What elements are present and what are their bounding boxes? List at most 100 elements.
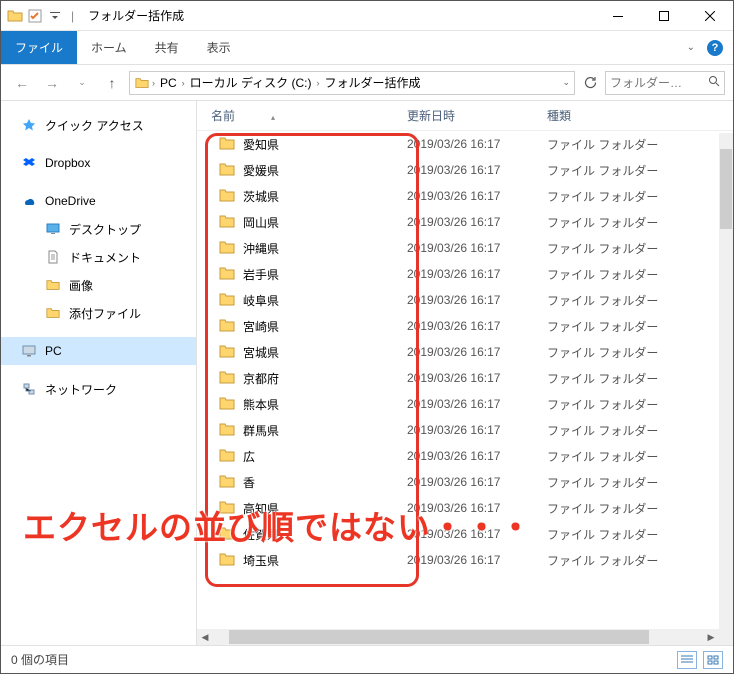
nav-pc[interactable]: PC [1, 337, 196, 365]
table-row[interactable]: 愛知県2019/03/26 16:17ファイル フォルダー [197, 131, 733, 157]
tab-file[interactable]: ファイル [1, 31, 77, 64]
sort-indicator-icon: ▴ [271, 113, 275, 122]
properties-icon[interactable] [27, 8, 43, 24]
folder-icon [219, 448, 235, 465]
table-row[interactable]: 茨城県2019/03/26 16:17ファイル フォルダー [197, 183, 733, 209]
recent-dropdown-icon[interactable]: ⌄ [69, 70, 95, 96]
network-icon [21, 381, 37, 397]
nav-desktop[interactable]: デスクトップ [1, 215, 196, 243]
file-name: 愛媛県 [243, 162, 279, 179]
window-title: フォルダー括作成 [88, 7, 184, 24]
nav-label: ネットワーク [45, 381, 117, 398]
file-type: ファイル フォルダー [547, 214, 733, 231]
chevron-right-icon[interactable]: › [152, 78, 155, 88]
table-row[interactable]: 群馬県2019/03/26 16:17ファイル フォルダー [197, 417, 733, 443]
nav-attachments[interactable]: 添付ファイル [1, 299, 196, 327]
file-date: 2019/03/26 16:17 [407, 241, 547, 255]
chevron-down-icon[interactable]: ⌄ [562, 77, 570, 88]
refresh-button[interactable] [579, 76, 601, 90]
nav-label: デスクトップ [69, 221, 141, 238]
folder-icon [219, 266, 235, 283]
file-date: 2019/03/26 16:17 [407, 267, 547, 281]
file-type: ファイル フォルダー [547, 266, 733, 283]
nav-documents[interactable]: ドキュメント [1, 243, 196, 271]
forward-button[interactable]: → [39, 70, 65, 96]
nav-network[interactable]: ネットワーク [1, 375, 196, 403]
chevron-right-icon[interactable]: › [317, 78, 320, 88]
folder-icon [219, 240, 235, 257]
main-area: クイック アクセス Dropbox OneDrive デスクトップ ドキュメント… [1, 101, 733, 645]
back-button[interactable]: ← [9, 70, 35, 96]
vertical-scrollbar[interactable] [719, 133, 733, 645]
file-type: ファイル フォルダー [547, 500, 733, 517]
close-button[interactable] [687, 1, 733, 31]
up-button[interactable]: ↑ [99, 70, 125, 96]
table-row[interactable]: 広2019/03/26 16:17ファイル フォルダー [197, 443, 733, 469]
scroll-left-icon[interactable]: ◀ [197, 629, 213, 645]
folder-icon [219, 526, 235, 543]
file-date: 2019/03/26 16:17 [407, 397, 547, 411]
table-row[interactable]: 香2019/03/26 16:17ファイル フォルダー [197, 469, 733, 495]
nav-label: PC [45, 344, 62, 358]
maximize-button[interactable] [641, 1, 687, 31]
table-row[interactable]: 岡山県2019/03/26 16:17ファイル フォルダー [197, 209, 733, 235]
breadcrumb[interactable]: › PC › ローカル ディスク (C:) › フォルダー括作成 ⌄ [129, 71, 575, 95]
col-name[interactable]: 名前▴ [197, 107, 407, 124]
help-icon[interactable]: ? [707, 40, 723, 56]
file-name: 沖縄県 [243, 240, 279, 257]
view-details-button[interactable] [677, 651, 697, 669]
chevron-right-icon[interactable]: › [182, 78, 185, 88]
table-row[interactable]: 岩手県2019/03/26 16:17ファイル フォルダー [197, 261, 733, 287]
qat-dropdown-icon[interactable] [47, 8, 63, 24]
nav-label: OneDrive [45, 194, 96, 208]
table-row[interactable]: 宮城県2019/03/26 16:17ファイル フォルダー [197, 339, 733, 365]
file-type: ファイル フォルダー [547, 552, 733, 569]
file-date: 2019/03/26 16:17 [407, 215, 547, 229]
breadcrumb-drive[interactable]: ローカル ディスク (C:) [187, 74, 315, 91]
breadcrumb-pc[interactable]: PC [157, 76, 180, 90]
expand-ribbon-icon[interactable]: ⌄ [687, 42, 695, 53]
table-row[interactable]: 沖縄県2019/03/26 16:17ファイル フォルダー [197, 235, 733, 261]
minimize-button[interactable] [595, 1, 641, 31]
horizontal-scrollbar[interactable]: ◀ ▶ [197, 629, 719, 645]
view-large-button[interactable] [703, 651, 723, 669]
col-date[interactable]: 更新日時 [407, 107, 547, 124]
table-row[interactable]: 愛媛県2019/03/26 16:17ファイル フォルダー [197, 157, 733, 183]
file-name: 岐阜県 [243, 292, 279, 309]
folder-icon [219, 370, 235, 387]
table-row[interactable]: 岐阜県2019/03/26 16:17ファイル フォルダー [197, 287, 733, 313]
dropbox-icon [21, 155, 37, 171]
scrollbar-thumb[interactable] [229, 630, 649, 644]
file-name: 熊本県 [243, 396, 279, 413]
table-row[interactable]: 熊本県2019/03/26 16:17ファイル フォルダー [197, 391, 733, 417]
scrollbar-thumb[interactable] [720, 149, 732, 229]
nav-pictures[interactable]: 画像 [1, 271, 196, 299]
breadcrumb-folder[interactable]: フォルダー括作成 [322, 74, 424, 91]
tab-home[interactable]: ホーム [77, 31, 141, 64]
tab-share[interactable]: 共有 [141, 31, 193, 64]
nav-dropbox[interactable]: Dropbox [1, 149, 196, 177]
address-bar: ← → ⌄ ↑ › PC › ローカル ディスク (C:) › フォルダー括作成… [1, 65, 733, 101]
table-row[interactable]: 宮崎県2019/03/26 16:17ファイル フォルダー [197, 313, 733, 339]
col-type[interactable]: 種類 [547, 107, 733, 124]
nav-label: 画像 [69, 277, 93, 294]
file-type: ファイル フォルダー [547, 188, 733, 205]
nav-onedrive[interactable]: OneDrive [1, 187, 196, 215]
search-icon[interactable] [708, 75, 720, 90]
folder-icon [219, 500, 235, 517]
table-row[interactable]: 京都府2019/03/26 16:17ファイル フォルダー [197, 365, 733, 391]
file-type: ファイル フォルダー [547, 318, 733, 335]
tab-view[interactable]: 表示 [193, 31, 245, 64]
nav-quick-access[interactable]: クイック アクセス [1, 111, 196, 139]
folder-icon [219, 422, 235, 439]
table-row[interactable]: 佐賀県2019/03/26 16:17ファイル フォルダー [197, 521, 733, 547]
table-row[interactable]: 高知県2019/03/26 16:17ファイル フォルダー [197, 495, 733, 521]
file-name: 広 [243, 448, 255, 465]
table-row[interactable]: 埼玉県2019/03/26 16:17ファイル フォルダー [197, 547, 733, 573]
file-type: ファイル フォルダー [547, 292, 733, 309]
search-input[interactable] [610, 76, 690, 90]
search-box[interactable] [605, 71, 725, 95]
nav-label: ドキュメント [69, 249, 141, 266]
folder-icon [219, 474, 235, 491]
scroll-right-icon[interactable]: ▶ [703, 629, 719, 645]
